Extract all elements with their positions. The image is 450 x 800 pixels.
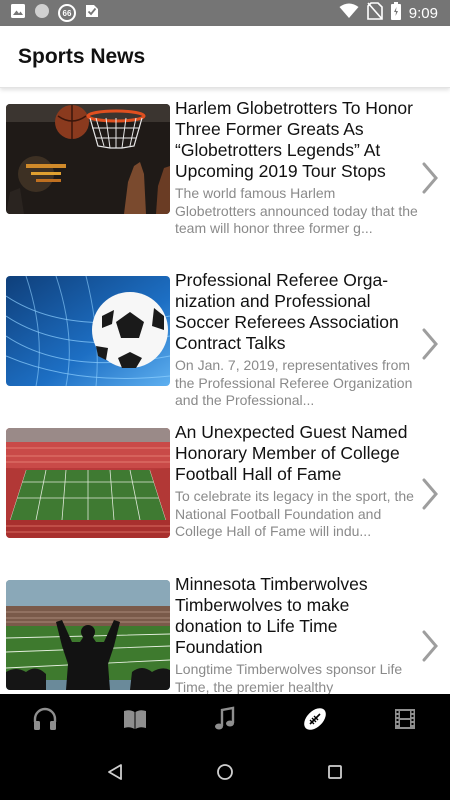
- app-bar: Sports News: [0, 26, 450, 88]
- stadium-crowd-image: [6, 580, 170, 690]
- chevron-right-icon[interactable]: [420, 160, 440, 196]
- status-time: 9:09: [408, 4, 438, 22]
- news-text: An Unexpected Guest Named Honorary Membe…: [175, 422, 419, 541]
- no-sim-icon: [366, 1, 383, 25]
- tab-sports[interactable]: [270, 694, 360, 748]
- image-icon: [10, 3, 26, 24]
- film-icon: [392, 706, 418, 737]
- news-text: Professional Referee Orga-nization and P…: [175, 270, 419, 410]
- system-navigation-bar: [0, 748, 450, 800]
- chevron-right-icon[interactable]: [420, 476, 440, 512]
- circle-icon: [34, 3, 50, 24]
- back-icon: [106, 763, 124, 786]
- recents-icon: [327, 764, 343, 785]
- news-item[interactable]: Professional Referee Orga-nization and P…: [0, 268, 450, 420]
- battery-icon: [390, 1, 401, 25]
- news-title: Harlem Globetrotters To Honor Three Form…: [175, 98, 413, 181]
- football-icon: [301, 705, 329, 738]
- tab-reading[interactable]: [90, 694, 180, 748]
- news-list[interactable]: Harlem Globetrotters To Honor Three Form…: [0, 96, 450, 694]
- news-summary: Longtime Timberwolves sponsor Life Time,…: [175, 661, 403, 694]
- recents-button[interactable]: [315, 754, 355, 794]
- news-text: Minnesota Timberwolves Timberwolves to m…: [175, 574, 419, 694]
- wifi-icon: [339, 3, 359, 24]
- headphones-icon: [32, 706, 58, 737]
- football-stadium-image: [6, 428, 170, 538]
- bottom-navigation: [0, 694, 450, 748]
- chevron-right-icon[interactable]: [420, 326, 440, 362]
- news-summary: On Jan. 7, 2019, representatives from th…: [175, 357, 413, 408]
- status-bar: 66 9:09: [0, 0, 450, 26]
- badge-66-icon: 66: [58, 4, 76, 22]
- news-title: Professional Referee Orga-nization and P…: [175, 270, 399, 353]
- music-note-icon: [212, 706, 238, 737]
- tab-audio[interactable]: [0, 694, 90, 748]
- book-icon: [122, 706, 148, 737]
- soccer-ball-net-image: [6, 276, 170, 386]
- home-icon: [216, 763, 234, 786]
- page-title: Sports News: [18, 45, 146, 68]
- tab-music[interactable]: [180, 694, 270, 748]
- news-summary: To celebrate its legacy in the sport, th…: [175, 488, 414, 539]
- news-item[interactable]: An Unexpected Guest Named Honorary Membe…: [0, 420, 450, 572]
- basketball-hoop-image: [6, 104, 170, 214]
- news-summary: The world famous Harlem Globetrotters an…: [175, 185, 418, 236]
- news-title: Minnesota Timberwolves Timberwolves to m…: [175, 574, 368, 657]
- news-item[interactable]: Harlem Globetrotters To Honor Three Form…: [0, 96, 450, 248]
- news-text: Harlem Globetrotters To Honor Three Form…: [175, 98, 419, 238]
- chevron-right-icon[interactable]: [420, 628, 440, 664]
- news-item[interactable]: Minnesota Timberwolves Timberwolves to m…: [0, 572, 450, 694]
- check-icon: [84, 3, 100, 24]
- back-button[interactable]: [95, 754, 135, 794]
- news-title: An Unexpected Guest Named Honorary Membe…: [175, 422, 408, 484]
- tab-video[interactable]: [360, 694, 450, 748]
- home-button[interactable]: [205, 754, 245, 794]
